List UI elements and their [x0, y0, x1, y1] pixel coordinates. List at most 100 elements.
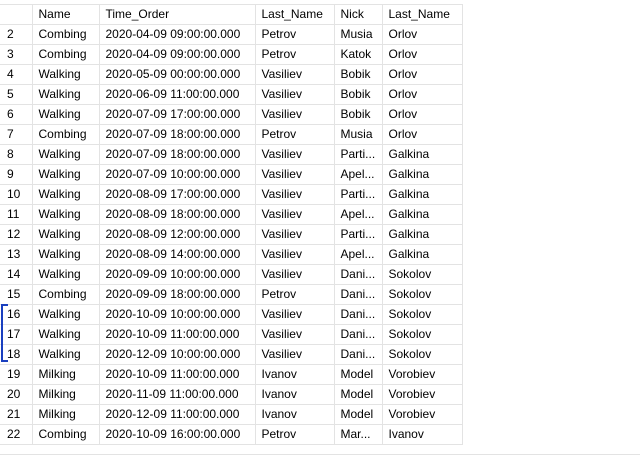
- last-name-2-cell[interactable]: Vorobiev: [382, 384, 463, 405]
- nick-header[interactable]: Nick: [334, 4, 383, 25]
- last-name-2-cell[interactable]: Sokolov: [382, 264, 463, 285]
- table-row[interactable]: 13 Walking 2020-08-09 14:00:00.000 Vasiliev…: [0, 244, 463, 265]
- table-row[interactable]: 12 Walking 2020-08-09 12:00:00.000 Vasiliev…: [0, 224, 463, 245]
- last-name-cell[interactable]: Vasiliev: [255, 104, 335, 125]
- last-name-2-cell[interactable]: Galkina: [382, 144, 463, 165]
- name-cell[interactable]: Walking: [32, 184, 100, 205]
- last-name-2-cell[interactable]: Sokolov: [382, 284, 463, 305]
- nick-cell[interactable]: Musia: [334, 124, 383, 145]
- table-row[interactable]: 17 Walking 2020-10-09 11:00:00.000 Vasiliev…: [0, 324, 463, 345]
- time-order-cell[interactable]: 2020-07-09 10:00:00.000: [99, 164, 256, 185]
- row-number[interactable]: 15: [0, 284, 33, 305]
- row-number[interactable]: 22: [0, 424, 33, 445]
- name-cell[interactable]: Walking: [32, 244, 100, 265]
- time-order-cell[interactable]: 2020-12-09 11:00:00.000: [99, 404, 256, 425]
- nick-cell[interactable]: Dani...: [334, 284, 383, 305]
- last-name-2-cell[interactable]: Sokolov: [382, 344, 463, 365]
- table-row[interactable]: 15 Combing 2020-09-09 18:00:00.000 Petrov Da…: [0, 284, 463, 305]
- last-name-cell[interactable]: Vasiliev: [255, 84, 335, 105]
- name-cell[interactable]: Walking: [32, 144, 100, 165]
- time-order-cell[interactable]: 2020-10-09 11:00:00.000: [99, 324, 256, 345]
- nick-cell[interactable]: Dani...: [334, 324, 383, 345]
- table-row[interactable]: 22 Combing 2020-10-09 16:00:00.000 Petrov Ma…: [0, 424, 463, 445]
- name-cell[interactable]: Combing: [32, 424, 100, 445]
- row-number[interactable]: 20: [0, 384, 33, 405]
- table-row[interactable]: 16 Walking 2020-10-09 10:00:00.000 Vasiliev…: [0, 304, 463, 325]
- time-order-cell[interactable]: 2020-08-09 14:00:00.000: [99, 244, 256, 265]
- nick-cell[interactable]: Bobik: [334, 84, 383, 105]
- nick-cell[interactable]: Dani...: [334, 344, 383, 365]
- table-row[interactable]: 20 Milking 2020-11-09 11:00:00.000 Ivanov Mo…: [0, 384, 463, 405]
- row-number[interactable]: 21: [0, 404, 33, 425]
- last-name-2-cell[interactable]: Orlov: [382, 44, 463, 65]
- name-header[interactable]: Name: [32, 4, 100, 25]
- time-order-cell[interactable]: 2020-06-09 11:00:00.000: [99, 84, 256, 105]
- row-number[interactable]: 2: [0, 24, 33, 45]
- time-order-cell[interactable]: 2020-07-09 18:00:00.000: [99, 144, 256, 165]
- nick-cell[interactable]: Apel...: [334, 244, 383, 265]
- row-number-header[interactable]: [0, 4, 33, 25]
- name-cell[interactable]: Walking: [32, 304, 100, 325]
- row-number[interactable]: 14: [0, 264, 33, 285]
- nick-cell[interactable]: Dani...: [334, 304, 383, 325]
- last-name-cell[interactable]: Vasiliev: [255, 64, 335, 85]
- last-name-header[interactable]: Last_Name: [255, 4, 335, 25]
- time-order-cell[interactable]: 2020-10-09 16:00:00.000: [99, 424, 256, 445]
- last-name-2-cell[interactable]: Ivanov: [382, 424, 463, 445]
- row-number[interactable]: 8: [0, 144, 33, 165]
- last-name-cell[interactable]: Vasiliev: [255, 344, 335, 365]
- time-order-cell[interactable]: 2020-07-09 17:00:00.000: [99, 104, 256, 125]
- row-number[interactable]: 9: [0, 164, 33, 185]
- name-cell[interactable]: Walking: [32, 324, 100, 345]
- last-name-cell[interactable]: Ivanov: [255, 384, 335, 405]
- row-number[interactable]: 4: [0, 64, 33, 85]
- last-name-2-cell[interactable]: Vorobiev: [382, 404, 463, 425]
- name-cell[interactable]: Walking: [32, 264, 100, 285]
- row-number[interactable]: 13: [0, 244, 33, 265]
- table-row[interactable]: 3 Combing 2020-04-09 09:00:00.000 Petrov Kat…: [0, 44, 463, 65]
- last-name-cell[interactable]: Vasiliev: [255, 164, 335, 185]
- last-name-cell[interactable]: Vasiliev: [255, 304, 335, 325]
- time-order-cell[interactable]: 2020-08-09 12:00:00.000: [99, 224, 256, 245]
- nick-cell[interactable]: Parti...: [334, 184, 383, 205]
- table-row[interactable]: 9 Walking 2020-07-09 10:00:00.000 Vasiliev A…: [0, 164, 463, 185]
- last-name-2-cell[interactable]: Vorobiev: [382, 364, 463, 385]
- last-name-cell[interactable]: Vasiliev: [255, 324, 335, 345]
- nick-cell[interactable]: Model: [334, 364, 383, 385]
- nick-cell[interactable]: Dani...: [334, 264, 383, 285]
- time-order-cell[interactable]: 2020-08-09 17:00:00.000: [99, 184, 256, 205]
- nick-cell[interactable]: Parti...: [334, 144, 383, 165]
- last-name-2-cell[interactable]: Sokolov: [382, 304, 463, 325]
- name-cell[interactable]: Milking: [32, 384, 100, 405]
- nick-cell[interactable]: Apel...: [334, 204, 383, 225]
- nick-cell[interactable]: Mar...: [334, 424, 383, 445]
- table-row[interactable]: 14 Walking 2020-09-09 10:00:00.000 Vasiliev…: [0, 264, 463, 285]
- table-row[interactable]: 4 Walking 2020-05-09 00:00:00.000 Vasiliev B…: [0, 64, 463, 85]
- time-order-cell[interactable]: 2020-08-09 18:00:00.000: [99, 204, 256, 225]
- time-order-cell[interactable]: 2020-04-09 09:00:00.000: [99, 44, 256, 65]
- last-name-2-cell[interactable]: Orlov: [382, 64, 463, 85]
- nick-cell[interactable]: Bobik: [334, 64, 383, 85]
- row-number[interactable]: 6: [0, 104, 33, 125]
- name-cell[interactable]: Combing: [32, 24, 100, 45]
- row-number[interactable]: 12: [0, 224, 33, 245]
- nick-cell[interactable]: Musia: [334, 24, 383, 45]
- last-name-2-cell[interactable]: Galkina: [382, 184, 463, 205]
- last-name-cell[interactable]: Vasiliev: [255, 144, 335, 165]
- last-name-2-cell[interactable]: Orlov: [382, 124, 463, 145]
- name-cell[interactable]: Walking: [32, 204, 100, 225]
- table-row[interactable]: 11 Walking 2020-08-09 18:00:00.000 Vasiliev…: [0, 204, 463, 225]
- table-row[interactable]: 8 Walking 2020-07-09 18:00:00.000 Vasiliev P…: [0, 144, 463, 165]
- last-name-2-cell[interactable]: Orlov: [382, 24, 463, 45]
- last-name-cell[interactable]: Petrov: [255, 44, 335, 65]
- last-name-cell[interactable]: Vasiliev: [255, 244, 335, 265]
- time-order-cell[interactable]: 2020-12-09 10:00:00.000: [99, 344, 256, 365]
- name-cell[interactable]: Walking: [32, 224, 100, 245]
- table-row[interactable]: 7 Combing 2020-07-09 18:00:00.000 Petrov Mus…: [0, 124, 463, 145]
- time-order-cell[interactable]: 2020-07-09 18:00:00.000: [99, 124, 256, 145]
- last-name-cell[interactable]: Petrov: [255, 24, 335, 45]
- name-cell[interactable]: Walking: [32, 64, 100, 85]
- name-cell[interactable]: Milking: [32, 364, 100, 385]
- name-cell[interactable]: Walking: [32, 84, 100, 105]
- last-name-cell[interactable]: Ivanov: [255, 404, 335, 425]
